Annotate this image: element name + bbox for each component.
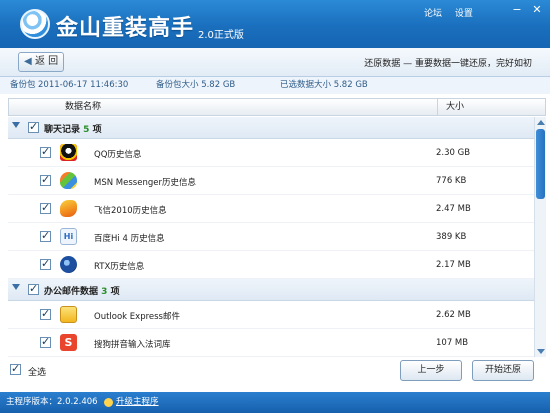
program-version: 主程序版本：2.0.2.406 <box>6 397 98 407</box>
group-unit: 项 <box>92 125 102 135</box>
back-button-label: 返 回 <box>35 56 59 67</box>
window-controls: − ✕ <box>510 4 544 16</box>
column-header-name[interactable]: 数据名称 <box>65 99 101 115</box>
scroll-thumb[interactable] <box>536 129 545 199</box>
list-item[interactable]: S 搜狗拼音输入法词库 107 MB <box>8 329 534 357</box>
sogou-input-icon: S <box>60 334 77 351</box>
item-checkbox[interactable] <box>40 307 51 320</box>
scroll-down-icon[interactable] <box>537 349 545 354</box>
group-count: 5 <box>83 125 90 135</box>
item-name: 飞信2010历史信息 <box>94 206 167 216</box>
baidu-hi-icon: Hi <box>60 228 77 245</box>
app-title: 金山重装高手 <box>56 16 195 41</box>
item-checkbox[interactable] <box>40 201 51 214</box>
back-button[interactable]: ◀ 返 回 <box>18 52 64 72</box>
item-name: 百度Hi 4 历史信息 <box>94 234 165 244</box>
forum-link[interactable]: 论坛 <box>424 9 442 19</box>
group-unit: 项 <box>110 287 120 297</box>
item-checkbox[interactable] <box>40 145 51 158</box>
upgrade-link[interactable]: 升级主程序 <box>116 392 159 413</box>
backup-info-bar: 备份包 2011-06-17 11:46:30 备份包大小 5.82 GB 已选… <box>0 77 550 94</box>
item-checkbox[interactable] <box>40 335 51 348</box>
group-label: 聊天记录 5 项 <box>44 122 102 135</box>
selected-data-size: 已选数据大小 5.82 GB <box>280 80 368 90</box>
fetion-icon <box>60 200 77 217</box>
close-button[interactable]: ✕ <box>530 4 544 16</box>
start-restore-button[interactable]: 开始还原 <box>472 360 534 381</box>
status-bar: 主程序版本：2.0.2.406 升级主程序 <box>0 392 550 413</box>
title-bar: 金山重装高手 2.0正式版 论坛 设置 − ✕ <box>0 0 550 48</box>
item-size: 776 KB <box>436 176 467 186</box>
list-item[interactable]: Hi 百度Hi 4 历史信息 389 KB <box>8 223 534 251</box>
back-arrow-icon: ◀ <box>24 56 32 67</box>
group-title: 聊天记录 <box>44 125 81 135</box>
item-name: 搜狗拼音输入法词库 <box>94 340 171 350</box>
select-all-checkbox[interactable] <box>10 362 21 375</box>
item-size: 2.62 MB <box>436 310 471 320</box>
rtx-icon <box>60 256 77 273</box>
outlook-express-icon <box>60 306 77 323</box>
top-links: 论坛 设置 <box>424 6 483 19</box>
item-name: MSN Messenger历史信息 <box>94 178 196 188</box>
group-title: 办公邮件数据 <box>44 287 99 297</box>
backup-label: 备份包 <box>10 80 36 90</box>
group-checkbox[interactable] <box>28 120 39 133</box>
group-checkbox[interactable] <box>28 282 39 295</box>
item-size: 2.17 MB <box>436 260 471 270</box>
data-list: 聊天记录 5 项 QQ历史信息 2.30 GB MSN Messenger历史信… <box>8 117 534 357</box>
item-size: 2.47 MB <box>436 204 471 214</box>
backup-date: 2011-06-17 11:46:30 <box>38 80 129 90</box>
column-header-size[interactable]: 大小 <box>437 99 464 115</box>
list-item[interactable]: 飞信2010历史信息 2.47 MB <box>8 195 534 223</box>
nav-bar: ◀ 返 回 还原数据 — 重要数据一键还原，完好如初 <box>0 48 550 77</box>
list-item[interactable]: QQ历史信息 2.30 GB <box>8 139 534 167</box>
group-office-mail[interactable]: 办公邮件数据 3 项 <box>8 279 534 301</box>
app-logo-icon <box>20 9 50 39</box>
group-chat-records[interactable]: 聊天记录 5 项 <box>8 117 534 139</box>
group-count: 3 <box>101 287 108 297</box>
collapse-triangle-icon[interactable] <box>12 284 20 290</box>
item-name: RTX历史信息 <box>94 262 145 272</box>
table-header: 数据名称 大小 <box>8 98 546 116</box>
scroll-up-icon[interactable] <box>537 120 545 125</box>
item-name: QQ历史信息 <box>94 150 142 160</box>
app-version: 2.0正式版 <box>198 30 244 41</box>
item-size: 389 KB <box>436 232 467 242</box>
settings-link[interactable]: 设置 <box>455 9 473 19</box>
collapse-triangle-icon[interactable] <box>12 122 20 128</box>
list-item[interactable]: MSN Messenger历史信息 776 KB <box>8 167 534 195</box>
msn-butterfly-icon <box>60 172 77 189</box>
item-size: 2.30 GB <box>436 148 471 158</box>
list-item[interactable]: RTX历史信息 2.17 MB <box>8 251 534 279</box>
item-checkbox[interactable] <box>40 257 51 270</box>
item-size: 107 MB <box>436 338 469 348</box>
list-scrollbar[interactable] <box>534 117 546 357</box>
list-item[interactable]: Outlook Express邮件 2.62 MB <box>8 301 534 329</box>
item-name: Outlook Express邮件 <box>94 312 180 322</box>
breadcrumb: 还原数据 — 重要数据一键还原，完好如初 <box>364 59 532 69</box>
backup-pack-size: 备份包大小 5.82 GB <box>156 80 236 90</box>
select-all-label: 全选 <box>28 368 47 378</box>
prev-step-button[interactable]: 上一步 <box>400 360 462 381</box>
item-checkbox[interactable] <box>40 173 51 186</box>
item-checkbox[interactable] <box>40 229 51 242</box>
minimize-button[interactable]: − <box>510 4 524 16</box>
group-label: 办公邮件数据 3 项 <box>44 284 120 297</box>
qq-penguin-icon <box>60 144 77 161</box>
upgrade-icon <box>104 398 113 407</box>
